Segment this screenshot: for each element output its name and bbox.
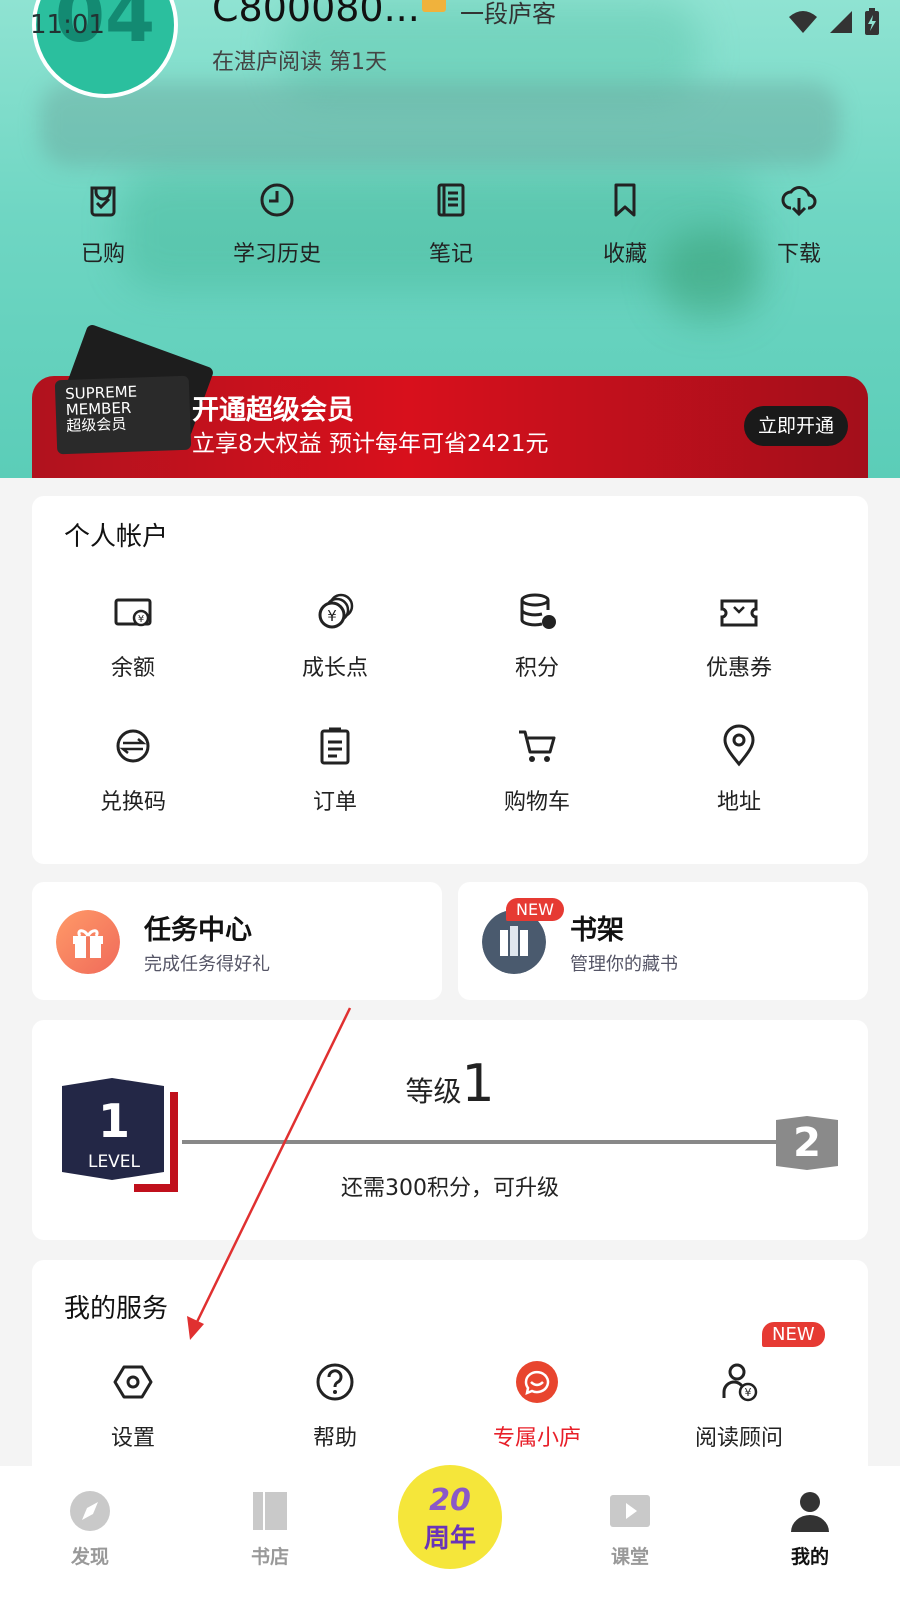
compass-icon [70,1491,110,1531]
tab-mine[interactable]: 我的 [750,1490,870,1569]
tab-bookstore[interactable]: 书店 [210,1490,330,1569]
play-icon [610,1495,650,1527]
tab-label: 发现 [70,1546,109,1568]
tab-label: 课堂 [610,1546,649,1568]
anniversary-label: 周年 [423,1524,476,1554]
anniversary-number: 20 [429,1483,471,1518]
annotation-arrow [187,1007,352,1340]
tab-classroom[interactable]: 课堂 [570,1490,690,1569]
person-icon [791,1492,829,1532]
tab-label: 书店 [250,1546,289,1568]
books-icon [253,1492,287,1530]
tab-label: 我的 [790,1546,829,1568]
tab-discover[interactable]: 发现 [30,1490,150,1569]
anniversary-button[interactable]: 20 周年 [398,1465,502,1569]
